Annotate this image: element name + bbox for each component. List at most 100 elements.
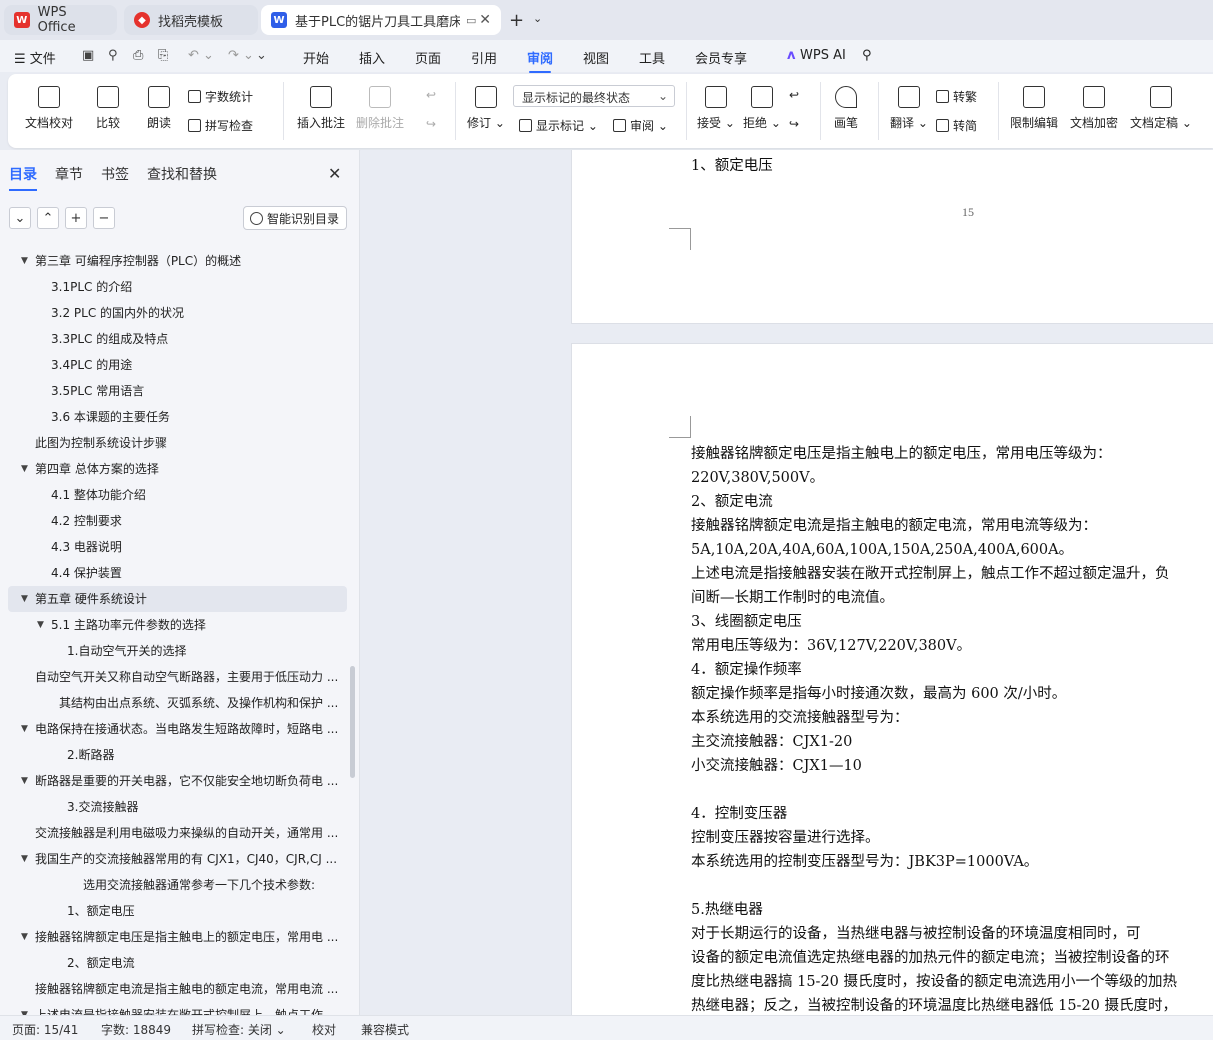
toc-item[interactable]: 接触器铭牌额定电流是指主触电的额定电流，常用电流 ... [0, 976, 350, 1002]
toc-item[interactable]: ▼ 第三章 可编程序控制器（PLC）的概述 [0, 248, 350, 274]
caret-down-icon[interactable]: ▼ [21, 768, 28, 794]
search-icon[interactable]: ⚲ [862, 48, 872, 63]
toc-item[interactable]: 1.自动空气开关的选择 [0, 638, 350, 664]
markup-state-select[interactable]: 显示标记的最终状态 ⌄ [513, 85, 675, 107]
tab-wps-office[interactable]: W WPS Office [4, 5, 117, 35]
toc-item[interactable]: 4.2 控制要求 [0, 508, 350, 534]
redo-icon[interactable]: ↷ ⌄ [228, 48, 254, 63]
caret-down-icon[interactable]: ▼ [21, 924, 28, 950]
toc-item[interactable]: 2、额定电流 [0, 950, 350, 976]
print-preview-icon[interactable]: ⎘ [158, 48, 168, 63]
menu-start[interactable]: 开始 [303, 48, 329, 67]
caret-down-icon[interactable]: ▼ [37, 612, 44, 638]
toc-item[interactable]: 其结构由出点系统、灭弧系统、及操作机构和保护 ... [0, 690, 350, 716]
tab-sections[interactable]: 章节 [55, 164, 83, 184]
toc-scrollbar[interactable] [350, 666, 355, 778]
review-pane-button[interactable]: 审阅 ⌄ [613, 117, 668, 134]
caret-down-icon[interactable]: ▼ [21, 456, 28, 482]
toc-item[interactable]: 此图为控制系统设计步骤 [0, 430, 350, 456]
spell-check-indicator[interactable]: 拼写检查: 关闭 ⌄ [192, 1021, 286, 1038]
toc-item[interactable]: 自动空气开关又称自动空气断路器，主要用于低压动力 ... [0, 664, 350, 690]
close-tab-icon[interactable]: ✕ [479, 12, 491, 28]
toc-item[interactable]: 1、额定电压 [0, 898, 350, 924]
toc-item[interactable]: 4.4 保护装置 [0, 560, 350, 586]
menu-tools[interactable]: 工具 [639, 48, 665, 67]
toc-item[interactable]: 3.4PLC 的用途 [0, 352, 350, 378]
undo-icon[interactable]: ↶ ⌄ [188, 48, 214, 63]
caret-down-icon[interactable]: ▼ [21, 586, 28, 612]
pin-icon[interactable]: ⚲ [108, 48, 118, 63]
encrypt-button[interactable]: 文档加密 [1070, 86, 1118, 131]
toc-item[interactable]: ▼ 断路器是重要的开关电器，它不仅能安全地切断负荷电 ... [0, 768, 350, 794]
toc-item[interactable]: 3.1PLC 的介绍 [0, 274, 350, 300]
toc-item[interactable]: 交流接触器是利用电磁吸力来操纵的自动开关，通常用 ... [0, 820, 350, 846]
tab-document[interactable]: W 基于PLC的锯片刀具工具磨床共 ▭ ✕ [261, 5, 501, 35]
caret-down-icon[interactable]: ▼ [21, 716, 28, 742]
prev-change-icon[interactable]: ↩ [789, 88, 799, 102]
prev-comment-icon[interactable]: ↩ [426, 88, 436, 102]
to-traditional-button[interactable]: 转繁 [936, 88, 977, 105]
revise-button[interactable]: 修订 ⌄ [467, 86, 505, 131]
tab-bookmarks[interactable]: 书签 [101, 164, 129, 184]
caret-down-icon[interactable]: ▼ [21, 846, 28, 872]
toc-item[interactable]: 3.3PLC 的组成及特点 [0, 326, 350, 352]
accept-button[interactable]: 接受 ⌄ [697, 86, 735, 131]
word-count-indicator[interactable]: 字数: 18849 [101, 1021, 171, 1038]
caret-down-icon[interactable]: ▼ [21, 248, 28, 274]
reject-button[interactable]: 拒绝 ⌄ [743, 86, 781, 131]
next-comment-icon[interactable]: ↪ [426, 117, 436, 131]
toc-item[interactable]: ▼ 第五章 硬件系统设计 [8, 586, 347, 612]
expand-down-icon[interactable]: ⌄ [9, 207, 31, 229]
word-count-button[interactable]: 字数统计 [188, 88, 253, 105]
toc-item[interactable]: 4.3 电器说明 [0, 534, 350, 560]
toc-item[interactable]: ▼ 第四章 总体方案的选择 [0, 456, 350, 482]
toc-item[interactable]: 4.1 整体功能介绍 [0, 482, 350, 508]
next-change-icon[interactable]: ↪ [789, 117, 799, 131]
tab-template[interactable]: ◆ 找稻壳模板 [124, 5, 258, 35]
menu-insert[interactable]: 插入 [359, 48, 385, 67]
toc-item[interactable]: ▼ 5.1 主路功率元件参数的选择 [0, 612, 350, 638]
toc-item[interactable]: ▼ 我国生产的交流接触器常用的有 CJX1，CJ40，CJR,CJ ... [0, 846, 350, 872]
menu-page[interactable]: 页面 [415, 48, 441, 67]
tab-dropdown-icon[interactable]: ⌄ [533, 12, 542, 25]
finalize-button[interactable]: 文档定稿 ⌄ [1130, 86, 1192, 131]
toc-item[interactable]: 选用交流接触器通常参考一下几个技术参数: [0, 872, 350, 898]
delete-comment-button[interactable]: 删除批注 [356, 86, 404, 131]
page-indicator[interactable]: 页面: 15/41 [12, 1021, 78, 1038]
menu-view[interactable]: 视图 [583, 48, 609, 67]
pen-button[interactable]: 画笔 [834, 86, 858, 131]
tab-find-replace[interactable]: 查找和替换 [147, 164, 217, 184]
menu-reference[interactable]: 引用 [471, 48, 497, 67]
to-simplified-button[interactable]: 转简 [936, 117, 977, 134]
toc-item[interactable]: 3.交流接触器 [0, 794, 350, 820]
toc-item[interactable]: ▼ 接触器铭牌额定电压是指主触电上的额定电压，常用电 ... [0, 924, 350, 950]
monitor-icon[interactable]: ▭ [466, 14, 476, 27]
translate-button[interactable]: 翻译 ⌄ [890, 86, 928, 131]
remove-heading-icon[interactable]: − [93, 207, 115, 229]
show-markup-button[interactable]: 显示标记 ⌄ [519, 117, 598, 134]
collapse-up-icon[interactable]: ⌃ [37, 207, 59, 229]
restrict-edit-button[interactable]: 限制编辑 [1010, 86, 1058, 131]
toc-item[interactable]: 2.断路器 [0, 742, 350, 768]
toc-item[interactable]: 3.6 本课题的主要任务 [0, 404, 350, 430]
wps-ai-button[interactable]: ᴧ WPS AI [787, 48, 846, 63]
menu-file[interactable]: ☰ 文件 [14, 48, 56, 67]
close-pane-icon[interactable]: ✕ [328, 164, 341, 183]
toc-item[interactable]: 3.5PLC 常用语言 [0, 378, 350, 404]
more-dropdown-icon[interactable]: ⌄ [256, 48, 267, 63]
doc-proof-button[interactable]: 文档校对 [25, 86, 73, 131]
print-icon[interactable]: ⎙ [133, 48, 143, 63]
proof-indicator[interactable]: 校对 [312, 1021, 336, 1038]
tab-toc[interactable]: 目录 [9, 164, 37, 191]
compare-button[interactable]: 比较 [96, 86, 120, 131]
toc-item[interactable]: 3.2 PLC 的国内外的状况 [0, 300, 350, 326]
spell-check-button[interactable]: 拼写检查 [188, 117, 253, 134]
menu-member[interactable]: 会员专享 [695, 48, 747, 67]
add-heading-icon[interactable]: + [65, 207, 87, 229]
save-icon[interactable]: ▣ [82, 48, 94, 63]
menu-review[interactable]: 审阅 [527, 48, 553, 73]
toc-item[interactable]: ▼ 电路保持在接通状态。当电路发生短路故障时，短路电 ... [0, 716, 350, 742]
read-aloud-button[interactable]: 朗读 [147, 86, 171, 131]
new-tab-icon[interactable]: + [509, 10, 524, 31]
insert-comment-button[interactable]: 插入批注 [297, 86, 345, 131]
